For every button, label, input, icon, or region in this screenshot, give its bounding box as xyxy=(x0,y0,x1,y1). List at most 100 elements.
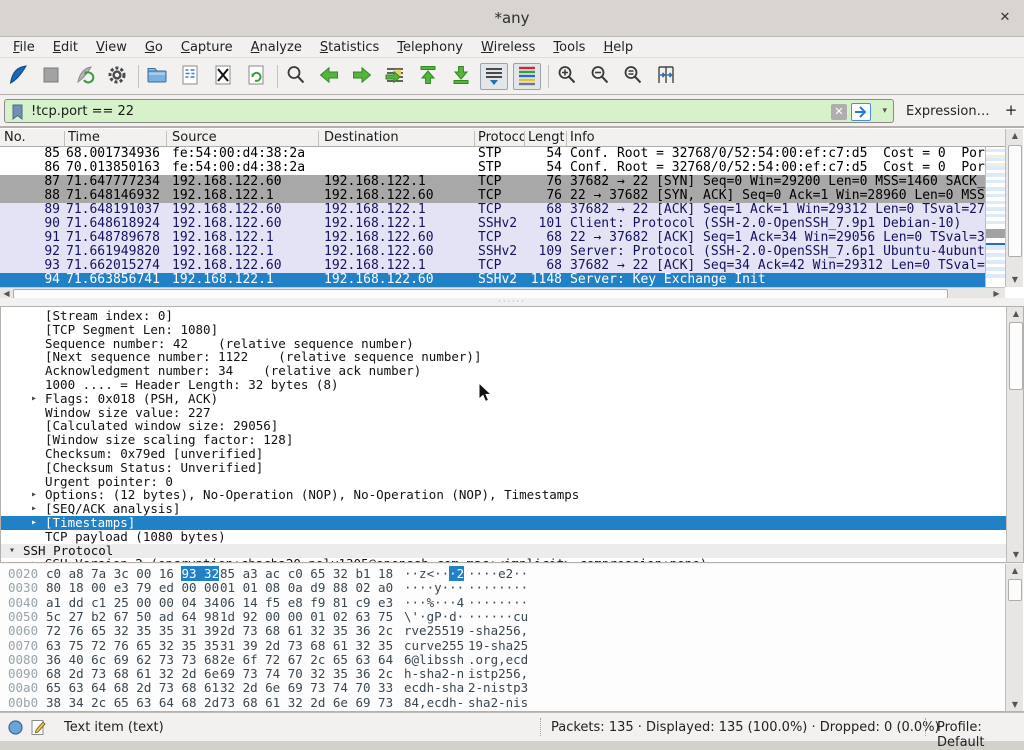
packet-row-85[interactable]: 8568.001734936fe:54:00:d4:38:2aSTP54Conf… xyxy=(0,147,985,161)
hex-bytes[interactable]: 2d 73 68 61 32 35 36 2c xyxy=(220,624,393,638)
packet-row-86[interactable]: 8670.013850163fe:54:00:d4:38:2aSTP54Conf… xyxy=(0,161,985,175)
hex-bytes[interactable]: ecdh-sha xyxy=(404,681,464,695)
packet-row-88[interactable]: 8871.648146932192.168.122.1192.168.122.6… xyxy=(0,189,985,203)
hex-offset[interactable]: 0030 xyxy=(8,581,38,595)
column-header-info[interactable]: Info xyxy=(570,130,990,145)
zoom-out-button[interactable] xyxy=(586,63,614,90)
menu-capture[interactable]: Capture xyxy=(172,37,242,58)
filter-bookmark-icon[interactable] xyxy=(8,103,26,121)
hex-bytes[interactable]: 01 01 08 0a d9 88 02 a0 xyxy=(220,581,393,595)
hex-bytes[interactable]: -sha256, xyxy=(468,624,528,638)
hex-bytes[interactable]: ··z<···2 xyxy=(404,567,464,581)
expression-button[interactable]: Expression… xyxy=(906,104,990,119)
hex-bytes[interactable]: 2-nistp3 xyxy=(468,681,528,695)
packet-row-90[interactable]: 9071.648618924192.168.122.60192.168.122.… xyxy=(0,217,985,231)
column-header-time[interactable]: Time xyxy=(68,130,168,145)
capture-options-button[interactable] xyxy=(103,63,131,90)
hex-bytes[interactable]: 38 34 2c 65 63 64 68 2d xyxy=(46,696,219,710)
hex-row-0050[interactable]: 00505c 27 b2 67 50 ad 64 981d 92 00 00 0… xyxy=(0,610,1005,624)
hex-bytes[interactable]: 31 39 2d 73 68 61 32 35 xyxy=(220,639,393,653)
file-open-button[interactable] xyxy=(143,63,171,90)
column-separator[interactable] xyxy=(474,131,475,146)
filter-apply-icon[interactable] xyxy=(851,103,871,121)
detail-line[interactable]: [Stream index: 0] xyxy=(1,309,1006,323)
expander-expanded-icon[interactable]: ▾ xyxy=(9,544,15,558)
details-vertical-scrollbar[interactable]: ▲ ▼ xyxy=(1006,307,1024,562)
scroll-down-icon[interactable]: ▼ xyxy=(1006,273,1024,287)
hex-row-00b0[interactable]: 00b0 38 34 2c 65 63 64 68 2d73 68 61 32 2… xyxy=(0,696,1005,710)
status-profile[interactable]: Profile: Default xyxy=(937,720,1024,750)
packet-row-89[interactable]: 8971.648191037192.168.122.60192.168.122.… xyxy=(0,203,985,217)
detail-line[interactable]: ▸Flags: 0x018 (PSH, ACK) xyxy=(1,392,1006,406)
detail-line[interactable]: [TCP Segment Len: 1080] xyxy=(1,323,1006,337)
hex-bytes[interactable]: 68 2d 73 68 61 32 2d 6e xyxy=(46,667,219,681)
column-separator[interactable] xyxy=(318,131,319,146)
filter-dropdown-caret-icon[interactable]: ▾ xyxy=(882,106,887,116)
menu-wireless[interactable]: Wireless xyxy=(472,37,544,58)
go-top-button[interactable] xyxy=(414,63,442,90)
hex-offset[interactable]: 0060 xyxy=(8,624,38,638)
hex-offset[interactable]: 00a0 xyxy=(8,681,38,695)
display-filter-input[interactable] xyxy=(31,100,631,122)
packet-list-scroll-thumb[interactable] xyxy=(1008,145,1022,257)
hex-bytes[interactable]: 2e 6f 72 67 2c 65 63 64 xyxy=(220,653,393,667)
hex-bytes[interactable]: 1d 92 00 00 01 02 63 75 xyxy=(220,610,393,624)
hex-row-0060[interactable]: 006072 76 65 32 35 35 31 392d 73 68 61 3… xyxy=(0,624,1005,638)
hex-bytes[interactable]: 6@libssh xyxy=(404,653,464,667)
pane-splitter-top[interactable]: ······ xyxy=(0,298,1024,306)
intelligent-scrollbar-minimap[interactable] xyxy=(985,147,1005,287)
hex-bytes[interactable]: \'·gP·d· xyxy=(404,610,464,624)
hex-row-0080[interactable]: 008036 40 6c 69 62 73 73 682e 6f 72 67 2… xyxy=(0,653,1005,667)
hex-row-0070[interactable]: 007063 75 72 76 65 32 35 3531 39 2d 73 6… xyxy=(0,639,1005,653)
find-packet-button[interactable] xyxy=(282,63,310,90)
filter-add-button[interactable]: + xyxy=(1002,101,1020,121)
scroll-up-icon[interactable]: ▲ xyxy=(1006,129,1024,143)
detail-line[interactable]: [Checksum Status: Unverified] xyxy=(1,461,1006,475)
menu-help[interactable]: Help xyxy=(594,37,642,58)
menu-go[interactable]: Go xyxy=(136,37,172,58)
expander-collapsed-icon[interactable]: ▸ xyxy=(31,392,37,406)
auto-scroll-button[interactable] xyxy=(480,63,508,90)
details-scroll-thumb[interactable] xyxy=(1009,322,1023,390)
hex-bytes[interactable]: rve25519 xyxy=(404,624,464,638)
hex-bytes[interactable]: ····e2·· xyxy=(468,567,528,581)
hex-bytes[interactable]: 84,ecdh- xyxy=(404,696,464,710)
display-filter-field[interactable]: ✕ ▾ xyxy=(4,99,894,123)
capture-stop-button[interactable] xyxy=(37,63,65,90)
resize-columns-button[interactable] xyxy=(652,63,680,90)
column-separator[interactable] xyxy=(566,131,567,146)
expander-collapsed-icon[interactable]: ▸ xyxy=(31,502,37,516)
hex-bytes[interactable]: 32 2d 6e 69 73 74 70 33 xyxy=(220,681,393,695)
hex-bytes[interactable]: 73 68 61 32 2d 6e 69 73 xyxy=(220,696,393,710)
capture-restart-button[interactable] xyxy=(70,63,98,90)
go-back-button[interactable] xyxy=(315,63,343,90)
column-header-no[interactable]: No. xyxy=(4,130,60,145)
hex-bytes[interactable]: 63 75 72 76 65 32 35 35 xyxy=(46,639,219,653)
menu-view[interactable]: View xyxy=(87,37,136,58)
hex-row-00a0[interactable]: 00a0 65 63 64 68 2d 73 68 6132 2d 6e 69 7… xyxy=(0,681,1005,695)
menu-statistics[interactable]: Statistics xyxy=(311,37,388,58)
column-separator[interactable] xyxy=(166,131,167,146)
hex-bytes[interactable]: 65 63 64 68 2d 73 68 61 xyxy=(46,681,219,695)
zoom-original-button[interactable] xyxy=(619,63,647,90)
menu-file[interactable]: File xyxy=(4,37,44,58)
hex-bytes[interactable]: 36 40 6c 69 62 73 73 68 xyxy=(46,653,219,667)
file-reload-button[interactable] xyxy=(242,63,270,90)
hex-bytes[interactable]: ····y··· xyxy=(404,581,464,595)
packet-row-94[interactable]: 9471.663856741192.168.122.1192.168.122.6… xyxy=(0,273,985,287)
hex-offset[interactable]: 00b0 xyxy=(8,696,38,710)
hex-bytes[interactable]: curve255 xyxy=(404,639,464,653)
file-close-button[interactable] xyxy=(209,63,237,90)
packet-list-header[interactable]: No.TimeSourceDestinationProtocolLengthIn… xyxy=(0,129,1005,147)
hex-vertical-scrollbar[interactable]: ▲ ▼ xyxy=(1005,564,1023,712)
hex-bytes[interactable]: 85 a3 ac c0 65 32 b1 18 xyxy=(220,567,393,581)
column-separator[interactable] xyxy=(64,131,65,146)
menu-telephony[interactable]: Telephony xyxy=(388,37,472,58)
scroll-up-icon[interactable]: ▲ xyxy=(1006,564,1024,578)
hex-bytes[interactable]: ········ xyxy=(468,596,528,610)
filter-clear-icon[interactable]: ✕ xyxy=(831,104,847,120)
menu-analyze[interactable]: Analyze xyxy=(242,37,311,58)
go-bottom-button[interactable] xyxy=(447,63,475,90)
hex-bytes[interactable]: 19-sha25 xyxy=(468,639,528,653)
column-header-protocol[interactable]: Protocol xyxy=(478,130,524,145)
